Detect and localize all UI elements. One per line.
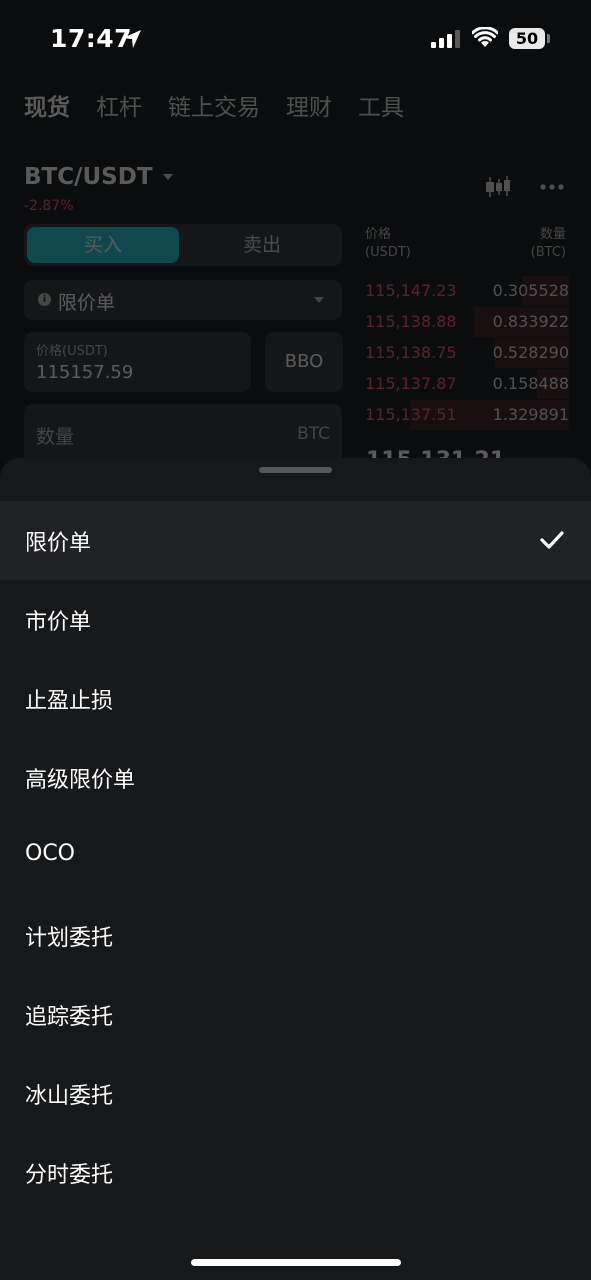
candlestick-chart-icon[interactable]	[485, 176, 511, 198]
quantity-placeholder: 数量	[36, 426, 75, 448]
battery-tip	[547, 34, 550, 43]
ask-price: 115,138.88	[365, 312, 457, 331]
option-label: 高级限价单	[25, 768, 136, 793]
ask-price: 115,138.75	[365, 343, 457, 362]
ask-quantity: 0.305528	[492, 281, 569, 300]
tab-spot[interactable]: 现货	[24, 88, 70, 128]
option-label: 市价单	[25, 610, 92, 635]
ask-quantity: 1.329891	[492, 405, 569, 424]
ask-quantity: 0.158488	[492, 374, 569, 393]
price-input-value: 115157.59	[36, 362, 134, 383]
ask-price: 115,137.51	[365, 405, 457, 424]
caret-down-icon	[162, 174, 173, 180]
order-type-sheet: 限价单 市价单 止盈止损 高级限价单 OCO 计划委托 追踪委托 冰山委托 分时…	[0, 458, 591, 1280]
trading-screen-background: 现货 杠杆 链上交易 理财 工具 BTC/USDT -2.87% 买入 卖出 i…	[0, 80, 591, 480]
option-label: OCO	[25, 841, 75, 866]
option-label: 止盈止损	[25, 689, 114, 714]
order-book-row[interactable]: 115,137.51 1.329891	[357, 400, 569, 430]
status-time: 17:47	[50, 24, 133, 53]
quantity-unit: BTC	[297, 424, 330, 444]
order-type-option-trailing[interactable]: 追踪委托	[0, 975, 591, 1054]
order-type-select[interactable]: i 限价单	[24, 280, 342, 320]
order-book-row[interactable]: 115,137.87 0.158488	[357, 369, 569, 399]
quantity-input[interactable]: 数量 BTC	[24, 404, 342, 464]
checkmark-icon	[540, 531, 564, 549]
order-type-option-iceberg[interactable]: 冰山委托	[0, 1054, 591, 1133]
order-type-option-oco[interactable]: OCO	[0, 817, 591, 896]
order-type-list: 限价单 市价单 止盈止损 高级限价单 OCO 计划委托 追踪委托 冰山委托 分时…	[0, 501, 591, 1212]
sheet-drag-handle[interactable]	[259, 467, 332, 473]
order-book-row[interactable]: 115,138.88 0.833922	[357, 307, 569, 337]
bbo-button[interactable]: BBO	[265, 332, 343, 392]
buy-sell-toggle: 买入 卖出	[24, 224, 342, 266]
top-tabs: 现货 杠杆 链上交易 理财 工具	[24, 88, 430, 128]
order-book-price-header: 价格 (USDT)	[365, 226, 411, 262]
tab-onchain[interactable]: 链上交易	[168, 88, 260, 128]
screen: 17:47 50 现货 杠杆 链上交易 理财 工具 BTC/USDT -2.87…	[0, 0, 591, 1280]
more-options-icon[interactable]	[540, 184, 564, 190]
pair-symbol: BTC/USDT	[24, 164, 153, 190]
order-type-option-trigger[interactable]: 计划委托	[0, 896, 591, 975]
order-type-option-tp-sl[interactable]: 止盈止损	[0, 659, 591, 738]
info-icon[interactable]: i	[38, 293, 51, 306]
option-label: 分时委托	[25, 1163, 114, 1188]
pair-change: -2.87%	[24, 198, 74, 214]
status-bar: 17:47 50	[0, 0, 591, 80]
order-type-option-market[interactable]: 市价单	[0, 580, 591, 659]
location-arrow-icon	[123, 30, 141, 48]
home-indicator[interactable]	[191, 1259, 401, 1266]
order-type-option-advanced-limit[interactable]: 高级限价单	[0, 738, 591, 817]
order-type-value: 限价单	[58, 292, 116, 314]
price-input-label: 价格(USDT)	[36, 344, 108, 359]
ask-quantity: 0.833922	[492, 312, 569, 331]
buy-button[interactable]: 买入	[27, 227, 179, 263]
battery-indicator: 50	[509, 28, 545, 49]
tab-earn[interactable]: 理财	[286, 88, 332, 128]
pair-selector[interactable]: BTC/USDT	[24, 160, 173, 194]
price-input[interactable]: 价格(USDT) 115157.59	[24, 332, 251, 392]
caret-down-icon	[314, 297, 324, 303]
sell-button[interactable]: 卖出	[184, 227, 340, 263]
option-label: 计划委托	[25, 926, 114, 951]
order-type-option-limit[interactable]: 限价单	[0, 501, 591, 580]
order-book-price-header-label: 价格	[365, 227, 392, 242]
ask-price: 115,137.87	[365, 374, 457, 393]
order-book-qty-header-label: 数量	[539, 227, 566, 242]
order-book-price-header-unit: (USDT)	[365, 245, 411, 260]
order-type-option-twap[interactable]: 分时委托	[0, 1133, 591, 1212]
wifi-icon	[472, 27, 498, 47]
option-label: 追踪委托	[25, 1005, 114, 1030]
order-book-row[interactable]: 115,147.23 0.305528	[357, 276, 569, 306]
tab-margin[interactable]: 杠杆	[96, 88, 142, 128]
option-label: 限价单	[25, 531, 92, 556]
order-book-qty-header-unit: (BTC)	[530, 245, 566, 260]
ask-price: 115,147.23	[365, 281, 457, 300]
ask-quantity: 0.528290	[492, 343, 569, 362]
cellular-signal-icon	[431, 30, 460, 48]
option-label: 冰山委托	[25, 1084, 114, 1109]
tab-tools[interactable]: 工具	[358, 88, 404, 128]
order-book-qty-header: 数量 (BTC)	[531, 226, 566, 262]
order-book-row[interactable]: 115,138.75 0.528290	[357, 338, 569, 368]
